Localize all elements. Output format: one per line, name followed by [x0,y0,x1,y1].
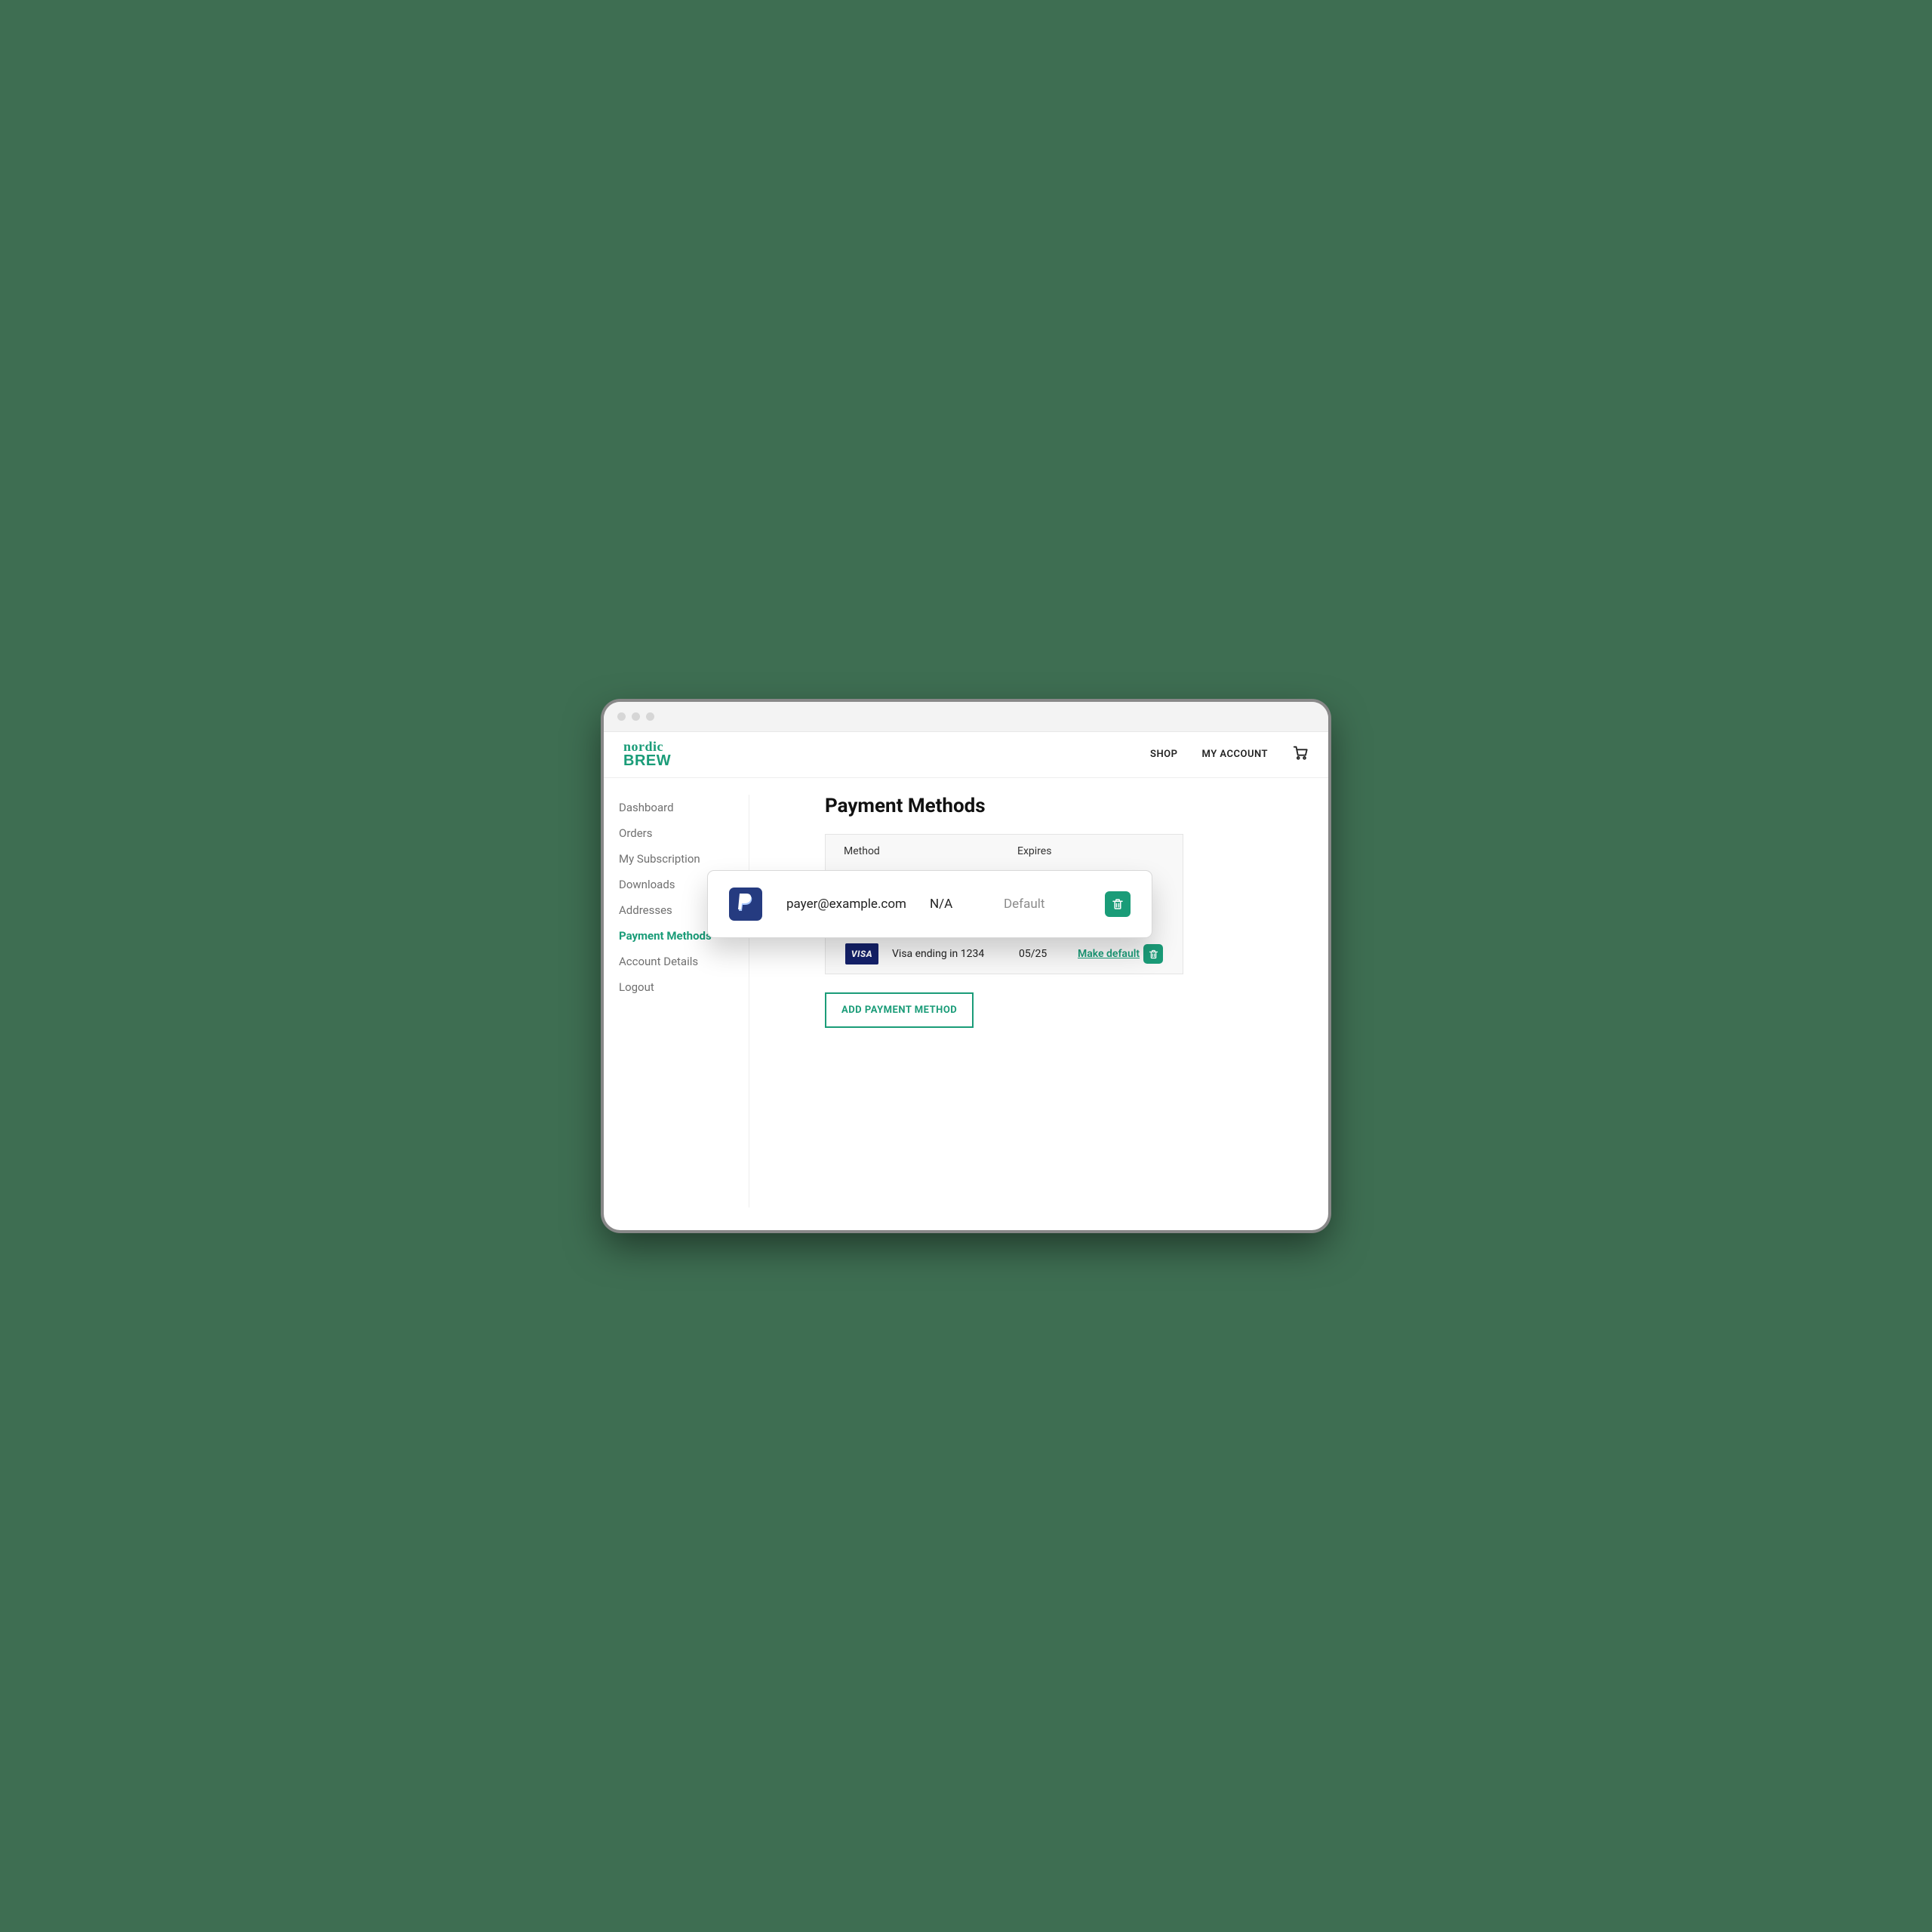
sidebar-item-label: Orders [619,826,653,840]
brand-logo-bottom: BREW [623,753,671,768]
visa-icon: VISA [845,943,878,964]
delete-visa-button[interactable] [1143,944,1163,964]
sidebar-item-logout[interactable]: Logout [617,974,740,1000]
top-nav: SHOP MY ACCOUNT [1150,744,1309,764]
window-dot-max[interactable] [646,712,654,721]
sidebar-item-label: My Subscription [619,852,700,866]
th-method: Method [844,845,1017,857]
th-expires: Expires [1017,845,1078,857]
nav-account[interactable]: MY ACCOUNT [1202,749,1269,760]
sidebar-item-label: Logout [619,980,654,994]
cart-icon[interactable] [1292,744,1309,764]
visa-expires: 05/25 [1019,948,1078,960]
brand-logo-top: nordic [623,740,671,753]
make-default-link[interactable]: Make default [1078,948,1140,960]
sidebar-item-subscription[interactable]: My Subscription [617,846,740,872]
add-payment-method-button[interactable]: ADD PAYMENT METHOD [825,992,974,1028]
paypal-expires: N/A [930,897,1004,912]
sidebar-item-label: Payment Methods [619,929,712,943]
window-dot-close[interactable] [617,712,626,721]
paypal-email: payer@example.com [786,897,930,912]
paypal-default-status: Default [1004,897,1087,912]
brand-logo[interactable]: nordic BREW [623,740,671,768]
table-row-paypal: payer@example.com N/A Default [707,870,1152,938]
page-body: Dashboard Orders My Subscription Downloa… [604,778,1328,1230]
sidebar-item-label: Addresses [619,903,672,917]
main-content: Payment Methods Method Expires VISA Visa… [749,795,1309,1208]
trash-icon [1111,897,1124,911]
account-sidebar: Dashboard Orders My Subscription Downloa… [617,795,749,1208]
visa-description: Visa ending in 1234 [892,948,1019,960]
page-title: Payment Methods [825,795,1309,817]
sidebar-item-orders[interactable]: Orders [617,820,740,846]
sidebar-item-label: Account Details [619,955,698,968]
window-dot-min[interactable] [632,712,640,721]
trash-icon [1148,949,1159,960]
delete-paypal-button[interactable] [1105,891,1131,917]
window-titlebar [604,702,1328,732]
top-bar: nordic BREW SHOP MY ACCOUNT [604,732,1328,778]
device-frame: nordic BREW SHOP MY ACCOUNT Dashboard Or… [604,702,1328,1230]
sidebar-item-label: Dashboard [619,801,674,814]
table-row-visa: VISA Visa ending in 1234 05/25 Make defa… [826,934,1183,974]
nav-shop[interactable]: SHOP [1150,749,1177,760]
table-header-row: Method Expires [826,835,1183,868]
paypal-icon [729,888,762,921]
sidebar-item-label: Downloads [619,878,675,891]
sidebar-item-account-details[interactable]: Account Details [617,949,740,974]
sidebar-item-dashboard[interactable]: Dashboard [617,795,740,820]
